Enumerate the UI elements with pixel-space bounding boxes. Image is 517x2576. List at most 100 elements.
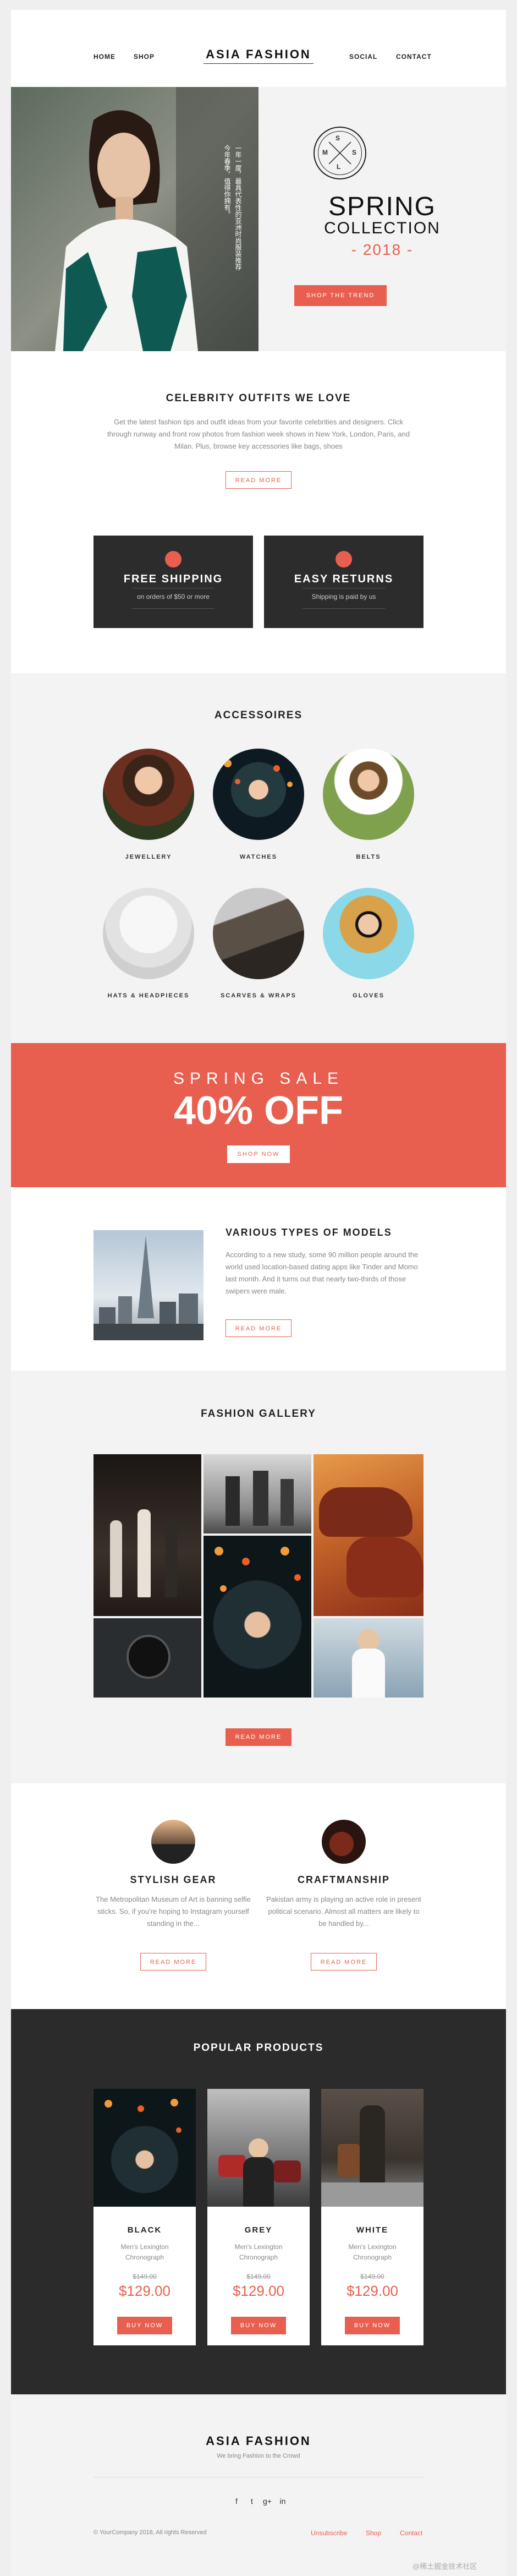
facebook-icon[interactable]: f xyxy=(231,2497,242,2506)
celebrity-text: Get the latest fashion tips and outfit i… xyxy=(107,418,410,450)
column-text: The Metropolitan Museum of Art is bannin… xyxy=(96,1895,251,1928)
gallery-shoes-image[interactable] xyxy=(314,1454,424,1616)
products-section: POPULAR PRODUCTS BLACK Men's Lexington C… xyxy=(11,2009,506,2394)
buy-now-button[interactable]: BUY NOW xyxy=(345,2317,400,2334)
products-title: POPULAR PRODUCTS xyxy=(193,2042,324,2054)
gallery-watch-image[interactable] xyxy=(94,1618,201,1698)
sale-label: SPRING SALE xyxy=(173,1069,344,1088)
linkedin-icon[interactable]: in xyxy=(277,2497,288,2506)
nav-social[interactable]: SOCIAL xyxy=(349,53,377,61)
product-old-price: $149.00 xyxy=(360,2273,384,2280)
feature-card-shipping: FREE SHIPPING on orders of $50 or more xyxy=(94,536,253,628)
hero-year: - 2018 - xyxy=(351,241,414,258)
product-name: BLACK xyxy=(127,2225,162,2235)
gallery-runway-image[interactable] xyxy=(94,1454,201,1616)
gallery-model-image[interactable] xyxy=(314,1618,424,1698)
google-plus-icon[interactable]: g+ xyxy=(262,2497,273,2506)
product-price: $129.00 xyxy=(233,2283,284,2299)
twitter-icon[interactable]: t xyxy=(246,2497,257,2506)
feature-dot-icon xyxy=(336,551,352,567)
gallery-lanterns-image[interactable] xyxy=(204,1536,311,1698)
email-page: HOME SHOP ASIA FASHION SOCIAL CONTACT 一年… xyxy=(11,0,506,2576)
accessory-label[interactable]: WATCHES xyxy=(204,854,314,860)
celebrity-read-more-button[interactable]: READ MORE xyxy=(226,471,292,489)
brand-logo[interactable]: ASIA FASHION xyxy=(198,47,319,62)
column-read-more-button[interactable]: READ MORE xyxy=(140,1953,206,1971)
product-desc: Men's Lexington Chronograph xyxy=(348,2243,397,2261)
celebrity-title: CELEBRITY OUTFITS WE LOVE xyxy=(166,392,351,404)
feature-title: FREE SHIPPING xyxy=(123,573,223,585)
nav-shop[interactable]: SHOP xyxy=(134,53,155,61)
product-image[interactable] xyxy=(321,2089,424,2207)
feature-title: EASY RETURNS xyxy=(294,573,394,585)
product-name: WHITE xyxy=(356,2225,389,2235)
accessory-belts-image[interactable] xyxy=(323,749,414,840)
gallery-street-image[interactable] xyxy=(204,1454,311,1533)
accessory-label[interactable]: BELTS xyxy=(314,854,424,860)
product-card-white: WHITE Men's Lexington Chronograph $149.0… xyxy=(321,2089,424,2345)
gallery-section: FASHION GALLERY READ MORE xyxy=(11,1371,506,1783)
column-text: Pakistan army is playing an active role … xyxy=(266,1895,421,1928)
product-desc: Men's Lexington Chronograph xyxy=(234,2243,283,2261)
celebrity-section: CELEBRITY OUTFITS WE LOVE Get the latest… xyxy=(11,351,506,673)
product-desc: Men's Lexington Chronograph xyxy=(120,2243,169,2261)
hero-title-1: SPRING xyxy=(328,192,437,221)
product-old-price: $149.00 xyxy=(246,2273,271,2280)
footer-brand: ASIA FASHION xyxy=(206,2434,311,2448)
buy-now-button[interactable]: BUY NOW xyxy=(231,2317,286,2334)
stylish-gear-image xyxy=(151,1820,195,1864)
craftmanship-image xyxy=(322,1820,366,1864)
hero-title-2: COLLECTION xyxy=(324,219,441,237)
accessory-jewellery-image[interactable] xyxy=(103,749,194,840)
product-card-black: BLACK Men's Lexington Chronograph $149.0… xyxy=(94,2089,196,2345)
hero-vertical-text-1: 一年一度，最具代表性的亚洲时尚服装推荐 xyxy=(234,145,242,270)
feature-card-returns: EASY RETURNS Shipping is paid by us xyxy=(264,536,424,628)
nav-home[interactable]: HOME xyxy=(94,53,116,61)
product-price: $129.00 xyxy=(346,2283,398,2299)
product-old-price: $149.00 xyxy=(133,2273,157,2280)
accessories-title: ACCESSOIRES xyxy=(214,710,303,721)
footer: ASIA FASHION We bring Fashion to the Cro… xyxy=(11,2394,506,2576)
feature-subtitle: Shipping is paid by us xyxy=(311,593,376,601)
gallery-title: FASHION GALLERY xyxy=(201,1408,316,1420)
product-image[interactable] xyxy=(207,2089,310,2207)
unsubscribe-link[interactable]: Unsubscribe xyxy=(311,2529,348,2537)
hero-photo: 一年一度，最具代表性的亚洲时尚服装推荐 今年春季，值得你拥有。 xyxy=(11,87,258,351)
accessory-label[interactable]: JEWELLERY xyxy=(94,854,204,860)
column-title: STYLISH GEAR xyxy=(130,1874,217,1885)
product-price: $129.00 xyxy=(119,2283,170,2299)
header: HOME SHOP ASIA FASHION SOCIAL CONTACT xyxy=(11,10,506,87)
accessory-label[interactable]: SCARVES & WRAPS xyxy=(193,992,324,999)
hero: 一年一度，最具代表性的亚洲时尚服装推荐 今年春季，值得你拥有。 S M S L … xyxy=(11,87,506,351)
buy-now-button[interactable]: BUY NOW xyxy=(117,2317,172,2334)
shop-trend-button[interactable]: SHOP THE TREND xyxy=(294,285,387,306)
column-read-more-button[interactable]: READ MORE xyxy=(311,1953,377,1971)
watermark: @稀土掘金技术社区 xyxy=(413,2562,477,2570)
footer-contact-link[interactable]: Contact xyxy=(400,2529,422,2537)
models-read-more-button[interactable]: READ MORE xyxy=(226,1319,292,1337)
hero-vertical-text-2: 今年春季，值得你拥有。 xyxy=(223,145,231,217)
collection-logo-icon: S M S L xyxy=(314,127,366,179)
accessory-gloves-image[interactable] xyxy=(323,888,414,979)
product-image[interactable] xyxy=(94,2089,196,2207)
footer-tagline: We bring Fashion to the Crowd xyxy=(217,2453,300,2459)
accessory-label[interactable]: GLOVES xyxy=(314,992,424,999)
feature-dot-icon xyxy=(165,551,182,567)
nav-contact[interactable]: CONTACT xyxy=(396,53,432,61)
accessory-watches-image[interactable] xyxy=(213,749,304,840)
sale-banner: SPRING SALE 40% OFF SHOP NOW xyxy=(11,1043,506,1187)
shop-now-button[interactable]: SHOP NOW xyxy=(227,1145,290,1163)
columns-section: STYLISH GEAR The Metropolitan Museum of … xyxy=(11,1783,506,2009)
accessories-section: ACCESSOIRES JEWELLERY WATCHES BELTS HATS… xyxy=(11,673,506,1043)
sale-headline: 40% OFF xyxy=(173,1089,344,1133)
accessory-hats-image[interactable] xyxy=(103,888,194,979)
product-card-grey: GREY Men's Lexington Chronograph $149.00… xyxy=(207,2089,310,2345)
footer-copyright: © YourCompany 2018, All rights Reserved xyxy=(94,2529,207,2536)
models-section: VARIOUS TYPES OF MODELS According to a n… xyxy=(11,1187,506,1371)
footer-shop-link[interactable]: Shop xyxy=(366,2529,381,2537)
brand-underline xyxy=(204,63,314,64)
gallery-read-more-button[interactable]: READ MORE xyxy=(226,1728,292,1746)
models-text: According to a new study, some 90 millio… xyxy=(226,1251,419,1295)
accessory-scarves-image[interactable] xyxy=(213,888,304,979)
models-title: VARIOUS TYPES OF MODELS xyxy=(226,1227,392,1238)
